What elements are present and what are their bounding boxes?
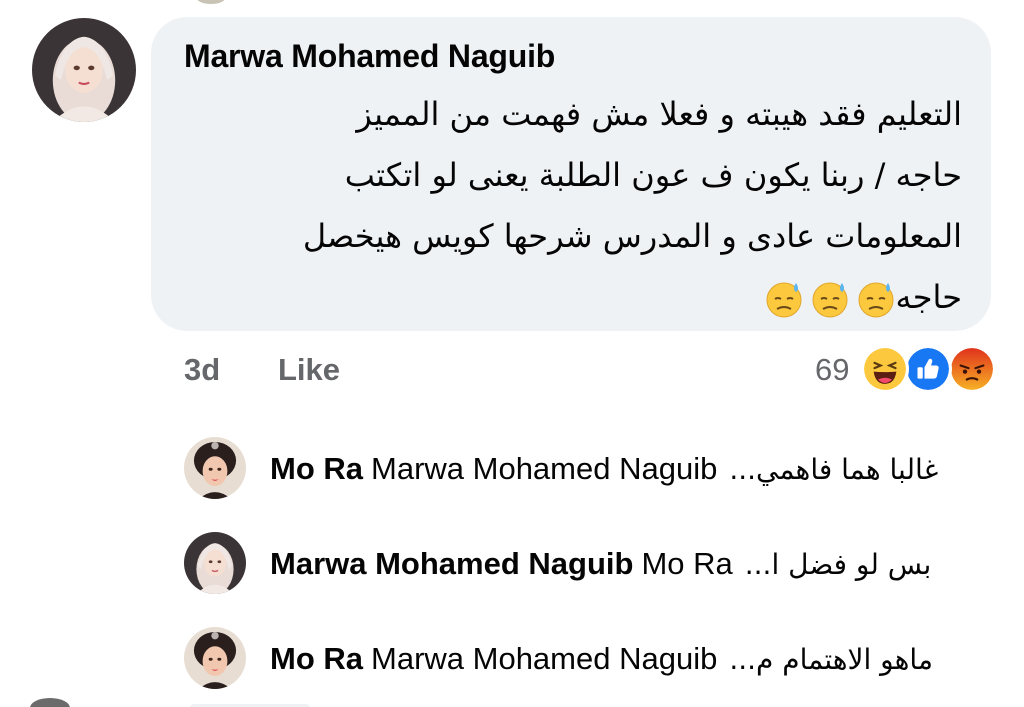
reply-mention[interactable]: Mo Ra	[641, 546, 732, 581]
comment-author[interactable]: Marwa Mohamed Naguib	[184, 38, 555, 75]
angry-icon	[948, 345, 996, 393]
reply-snippet: بس لو فضل ا...	[744, 548, 932, 581]
reply-mention[interactable]: Marwa Mohamed Naguib	[371, 451, 717, 486]
like-icon	[904, 345, 952, 393]
reply-content: Mo Ra Marwa Mohamed Naguib ماهو الاهتمام م…	[270, 641, 933, 677]
avatar[interactable]	[32, 18, 136, 122]
downcast-face-with-sweat-icon	[764, 279, 804, 319]
reply-content: Mo Ra Marwa Mohamed Naguib غالبا هما فاهمي…	[270, 451, 938, 487]
avatar[interactable]	[184, 627, 246, 689]
reply-author[interactable]: Marwa Mohamed Naguib	[270, 546, 633, 581]
reaction-summary[interactable]	[861, 345, 996, 393]
reply-snippet: ماهو الاهتمام م...	[729, 643, 933, 676]
downcast-face-with-sweat-icon	[856, 279, 896, 319]
reply-item[interactable]: Mo Ra Marwa Mohamed Naguib ماهو الاهتمام م…	[184, 627, 1004, 693]
reply-author[interactable]: Mo Ra	[270, 641, 363, 676]
previous-item-edge	[196, 0, 226, 4]
haha-icon	[861, 345, 909, 393]
reply-item[interactable]: Mo Ra Marwa Mohamed Naguib غالبا هما فاهمي…	[184, 437, 1004, 503]
comment-timestamp[interactable]: 3d	[184, 352, 220, 388]
reply-snippet: غالبا هما فاهمي...	[729, 453, 939, 486]
reply-item[interactable]: Marwa Mohamed Naguib Mo Ra بس لو فضل ا...	[184, 532, 1004, 598]
reply-author[interactable]: Mo Ra	[270, 451, 363, 486]
avatar[interactable]	[184, 437, 246, 499]
avatar[interactable]	[184, 532, 246, 594]
reply-mention[interactable]: Marwa Mohamed Naguib	[371, 641, 717, 676]
reply-content: Marwa Mohamed Naguib Mo Ra بس لو فضل ا...	[270, 546, 931, 582]
like-button[interactable]: Like	[278, 352, 340, 388]
downcast-face-with-sweat-icon	[810, 279, 850, 319]
reaction-count[interactable]: 69	[815, 352, 849, 388]
comment-text: التعليم فقد هيبته و فعلا مش فهمت من المم…	[196, 84, 962, 328]
next-avatar-edge	[30, 698, 70, 707]
